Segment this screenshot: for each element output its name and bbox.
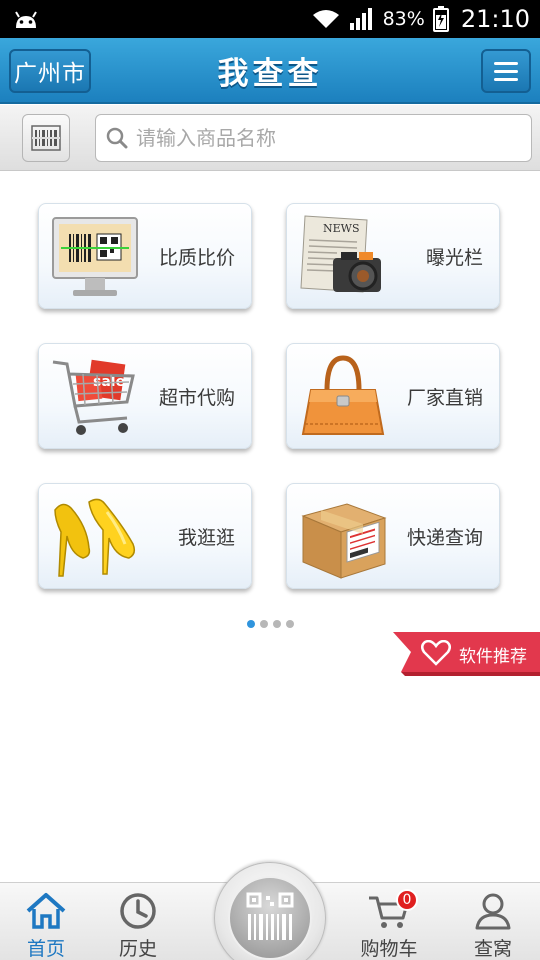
- parcel-box-icon: [301, 503, 387, 579]
- android-icon: [15, 11, 37, 28]
- clock-icon: [120, 892, 156, 929]
- clock: 21:10: [460, 5, 530, 33]
- card-compare-price[interactable]: 比质比价: [38, 203, 252, 309]
- battery-percentage: 83%: [382, 8, 425, 30]
- menu-line: [494, 69, 518, 73]
- card-label: 我逛逛: [177, 526, 235, 549]
- battery-charging-icon: [432, 6, 449, 32]
- wifi-icon: [312, 10, 339, 28]
- status-bar: 83% 21:10: [0, 0, 540, 38]
- card-factory-direct[interactable]: 厂家直销: [286, 343, 500, 449]
- menu-line: [494, 77, 518, 81]
- barcode-scan-button[interactable]: [22, 114, 70, 162]
- search-bar: [0, 105, 540, 171]
- nav-profile[interactable]: 查窝: [453, 883, 533, 960]
- app-title: 我查查: [217, 56, 323, 92]
- user-icon: [475, 893, 511, 929]
- nav-home[interactable]: 首页: [6, 883, 86, 960]
- scan-center-inner: [228, 876, 312, 960]
- nav-label: 查窝: [473, 938, 512, 960]
- card-label: 厂家直销: [406, 386, 483, 409]
- search-input[interactable]: [136, 126, 516, 150]
- nav-label: 购物车: [360, 938, 418, 960]
- heart-icon: [421, 640, 451, 666]
- nav-label: 首页: [26, 938, 65, 960]
- handbag-icon: [301, 355, 385, 435]
- card-supermarket-purchase[interactable]: sale 超市代购: [38, 343, 252, 449]
- svg-text:NEWS: NEWS: [323, 222, 360, 235]
- barcode-icon: [31, 125, 61, 151]
- high-heels-icon: [54, 498, 136, 577]
- signal-icon: [349, 8, 372, 30]
- newspaper-camera-icon: NEWS: [300, 215, 381, 293]
- card-label: 快递查询: [406, 526, 483, 549]
- search-icon: [106, 127, 128, 149]
- menu-line: [494, 61, 518, 65]
- card-label: 曝光栏: [425, 246, 483, 269]
- nav-label: 历史: [118, 938, 157, 960]
- card-express-tracking[interactable]: 快递查询: [286, 483, 500, 589]
- page-dot: [246, 620, 255, 628]
- page-dot: [259, 620, 268, 628]
- qr-barcode-icon: [246, 892, 294, 940]
- cart-count-badge: 0: [396, 889, 418, 911]
- recommend-label: 软件推荐: [459, 646, 527, 667]
- card-label: 比质比价: [158, 246, 235, 269]
- page-indicator: [0, 620, 540, 628]
- page-dot: [285, 620, 294, 628]
- barcode-monitor-icon: [52, 217, 138, 296]
- software-recommend-button[interactable]: 软件推荐: [393, 632, 540, 676]
- card-browse[interactable]: 我逛逛: [38, 483, 252, 589]
- card-exposure[interactable]: NEWS 曝光栏: [286, 203, 500, 309]
- search-box[interactable]: [95, 114, 532, 162]
- shopping-cart-icon: sale: [52, 359, 135, 435]
- home-icon: [26, 892, 66, 929]
- page-dot: [272, 620, 281, 628]
- scan-center-button[interactable]: [214, 862, 326, 960]
- nav-history[interactable]: 历史: [98, 883, 178, 960]
- app-header: 广州市 我查查: [0, 38, 540, 104]
- hamburger-menu-icon[interactable]: [481, 49, 531, 93]
- card-label: 超市代购: [158, 386, 235, 409]
